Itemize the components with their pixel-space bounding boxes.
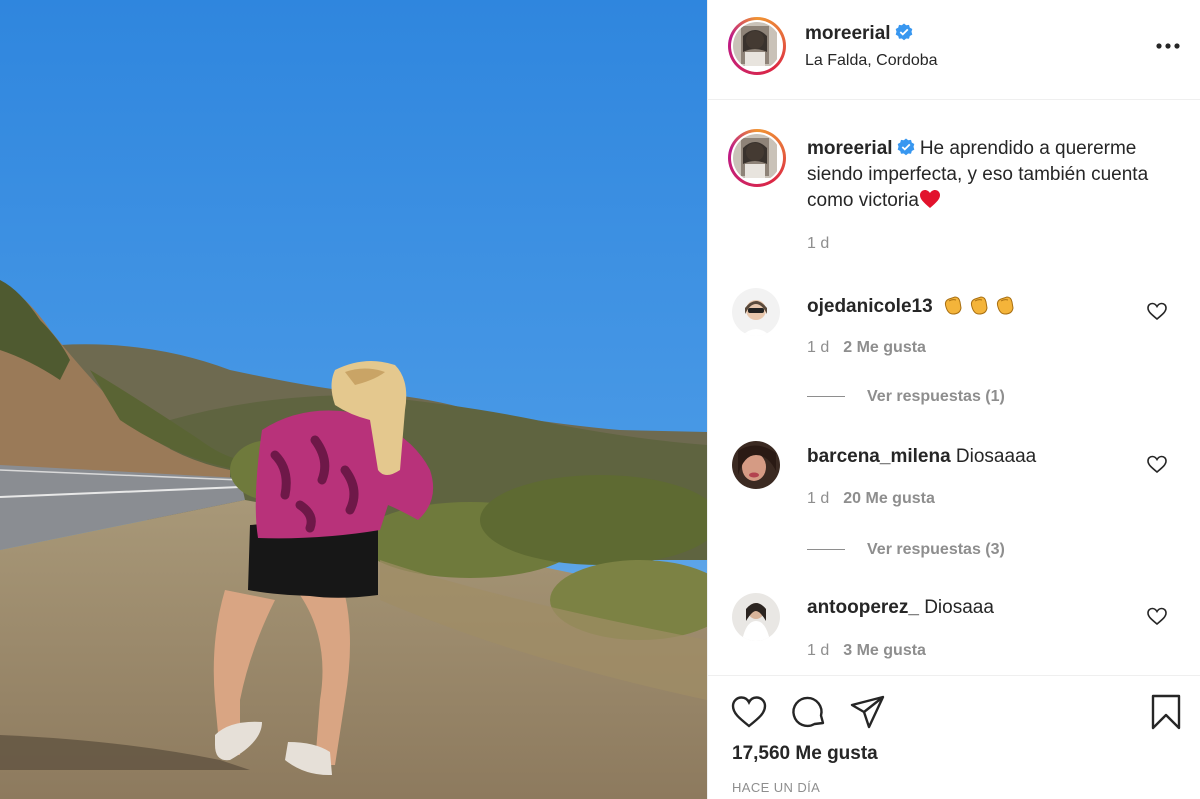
commenter-avatar-image [732,288,780,336]
bookmark-icon[interactable] [1147,693,1185,731]
caption-username[interactable]: moreerial [807,138,893,159]
comment-age[interactable]: 1 d [807,490,829,507]
comment-body: ojedanicole13 [807,293,1016,318]
heart-icon[interactable] [730,693,768,731]
replies-divider [807,549,845,551]
post-photo[interactable] [0,0,707,799]
comment-body: antooperez_ Diosaaa [807,597,994,619]
comment-meta: 1 d 2 Me gusta [807,339,926,357]
likes-count[interactable]: 17,560 Me gusta [732,743,878,765]
more-options-icon[interactable] [1155,34,1181,58]
caption-age[interactable]: 1 d [807,235,829,253]
comment-body: barcena_milena Diosaaaa [807,446,1036,468]
comments-section[interactable]: moreerial He aprendido a quererme siendo… [708,100,1200,675]
commenter-avatar-image [732,593,780,641]
replies-divider [807,396,845,398]
comment-username[interactable]: ojedanicole13 [807,296,933,317]
paper-plane-icon[interactable] [849,693,887,731]
clapping-hands-emoji-icon [944,296,962,315]
comment-likes[interactable]: 20 Me gusta [843,490,935,507]
author-avatar-image [733,22,777,66]
view-replies-label: Ver respuestas (3) [867,541,1005,558]
commenter-avatar[interactable] [732,441,780,489]
comment-likes[interactable]: 3 Me gusta [843,642,926,659]
like-comment-heart-icon[interactable] [1146,301,1168,321]
like-comment-heart-icon[interactable] [1146,454,1168,474]
caption-text-block: moreerial He aprendido a quererme siendo… [807,136,1192,214]
landscape-photo [0,0,707,799]
clapping-hands-emoji-group [938,296,1016,317]
commenter-avatar[interactable] [732,593,780,641]
comment-age[interactable]: 1 d [807,339,829,356]
comment-text: Diosaaaa [955,446,1037,467]
post-timestamp[interactable]: HACE UN DÍA [732,780,820,795]
author-avatar[interactable] [728,17,786,75]
comment-username[interactable]: barcena_milena [807,446,951,467]
author-username[interactable]: moreerial [805,23,891,44]
clapping-hands-emoji-icon [970,296,988,315]
red-heart-emoji-icon [919,190,940,208]
post-location[interactable]: La Falda, Cordoba [805,52,938,70]
clapping-hands-emoji-icon [996,296,1014,315]
view-replies-label: Ver respuestas (1) [867,388,1005,405]
verified-badge-icon [895,23,912,41]
comment-bubble-icon[interactable] [790,693,828,731]
verified-badge-icon [897,138,914,156]
view-replies-button[interactable]: Ver respuestas (1) [807,388,1005,406]
commenter-avatar-image [732,441,780,489]
comment-text: Diosaaa [924,597,994,618]
caption-author-avatar[interactable] [728,129,786,187]
commenter-avatar[interactable] [732,288,780,336]
post-header: moreerial La Falda, Cordoba [708,0,1200,100]
view-replies-button[interactable]: Ver respuestas (3) [807,541,1005,559]
post-side-panel: moreerial La Falda, Cordoba moreerial He… [707,0,1200,799]
comment-username[interactable]: antooperez_ [807,597,919,618]
comment-age[interactable]: 1 d [807,642,829,659]
comment-likes[interactable]: 2 Me gusta [843,339,926,356]
comment-meta: 1 d 3 Me gusta [807,642,926,660]
author-username-row: moreerial [805,23,913,45]
like-comment-heart-icon[interactable] [1146,606,1168,626]
caption-avatar-image [733,134,777,178]
comment-meta: 1 d 20 Me gusta [807,490,935,508]
